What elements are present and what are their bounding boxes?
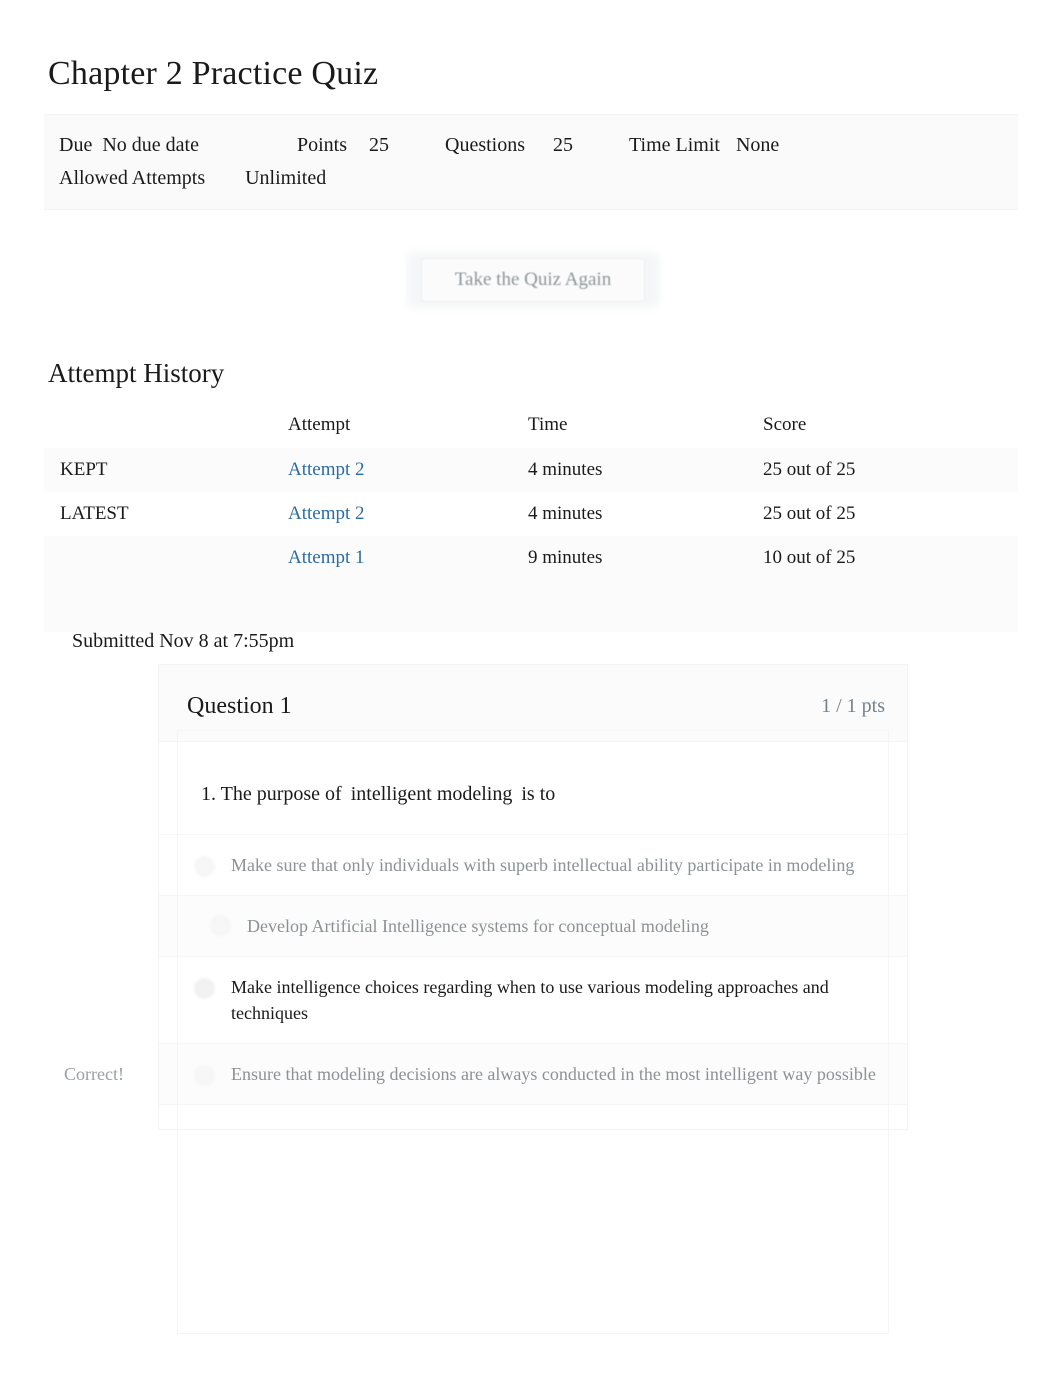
points-label: Points [296, 134, 347, 156]
take-quiz-again-container: Take the Quiz Again [407, 252, 659, 308]
table-row: Attempt 1 9 minutes 10 out of 25 [44, 536, 1018, 580]
due-label: Due [59, 134, 93, 156]
answer-option-2[interactable]: Develop Artificial Intelligence systems … [159, 896, 907, 957]
allowed-attempts-label: Allowed Attempts [59, 167, 206, 189]
radio-button-icon[interactable] [195, 1066, 214, 1085]
quiz-meta-row-secondary: Allowed Attempts Unlimited [59, 165, 326, 191]
attempt-score: 25 out of 25 [763, 448, 1018, 492]
radio-button-icon[interactable] [211, 916, 230, 935]
time-limit-label: Time Limit [629, 134, 720, 156]
attempt-time: 4 minutes [528, 503, 603, 524]
table-footer-spacer [44, 580, 1018, 632]
question-text-suffix: is to [521, 783, 556, 805]
attempt-score: 25 out of 25 [763, 503, 856, 524]
answer-option-3[interactable]: Make intelligence choices regarding when… [159, 957, 907, 1044]
question-text-emphasis: intelligent modeling [350, 783, 513, 805]
quiz-meta-bar: Due No due date Points 25 Questions 25 Time Li… [44, 114, 1018, 210]
attempt-time: 4 minutes [528, 448, 763, 492]
attempt-cell: Attempt 2 [288, 492, 528, 536]
allowed-attempts-value: Unlimited [245, 167, 327, 189]
attempt-cell: Attempt 1 [288, 536, 528, 580]
questions-value: 25 [553, 134, 573, 156]
answer-option-label: Make sure that only individuals with sup… [231, 855, 855, 875]
submission-timestamp: Submitted Nov 8 at 7:55pm [72, 630, 295, 652]
attempt-link[interactable]: Attempt 2 [288, 459, 365, 480]
attempt-flag [44, 536, 288, 580]
attempt-flag: KEPT [44, 448, 288, 492]
question-header: Question 1 1 / 1 pts [159, 665, 907, 742]
answer-list: Make sure that only individuals with sup… [159, 834, 907, 1105]
question-body: 1. The purpose of intelligent modeling is … [159, 742, 907, 1129]
points-value: 25 [369, 134, 389, 156]
page-title: Chapter 2 Practice Quiz [48, 55, 379, 92]
question-text-prefix: 1. The purpose of [201, 783, 342, 805]
attempt-history-heading: Attempt History [48, 358, 225, 388]
column-header-attempt: Attempt [288, 414, 351, 435]
quiz-meta-row-primary: Due No due date Points 25 Questions 25 Time Li… [59, 132, 779, 158]
attempt-history-table: Attempt Time Score KEPT Attempt 2 4 minu… [44, 410, 1018, 632]
due-value: No due date [102, 134, 199, 156]
time-limit-value: None [735, 134, 780, 156]
attempt-link[interactable]: Attempt 1 [288, 547, 365, 568]
attempt-history-head: Attempt Time Score [44, 410, 1018, 448]
radio-button-selected-icon[interactable] [195, 979, 214, 998]
table-row: LATEST Attempt 2 4 minutes 25 out of 25 [44, 492, 1018, 536]
attempt-cell: Attempt 2 [288, 448, 528, 492]
column-header-time: Time [528, 414, 568, 435]
column-header-score: Score [763, 414, 807, 435]
take-quiz-again-button[interactable]: Take the Quiz Again [421, 258, 645, 302]
questions-label: Questions [445, 134, 525, 156]
answer-option-label: Ensure that modeling decisions are alway… [231, 1064, 876, 1084]
radio-button-icon[interactable] [195, 857, 214, 876]
table-header-row: Attempt Time Score [44, 410, 1018, 448]
attempt-flag: LATEST [60, 503, 129, 524]
correct-answer-flag: Correct! [64, 1064, 124, 1084]
question-text: 1. The purpose of intelligent modeling is … [159, 742, 907, 808]
question-points: 1 / 1 pts [821, 695, 885, 717]
answer-option-label: Make intelligence choices regarding when… [231, 977, 829, 1023]
attempt-history-body: KEPT Attempt 2 4 minutes 25 out of 25 LA… [44, 448, 1018, 632]
column-header-flag [44, 410, 288, 448]
answer-option-label: Develop Artificial Intelligence systems … [247, 916, 709, 936]
question-container: Question 1 1 / 1 pts 1. The purpose of in… [158, 664, 908, 1130]
attempt-link[interactable]: Attempt 2 [288, 503, 365, 524]
table-row: KEPT Attempt 2 4 minutes 25 out of 25 [44, 448, 1018, 492]
attempt-score: 10 out of 25 [763, 536, 1018, 580]
attempt-time: 9 minutes [528, 536, 763, 580]
answer-option-1[interactable]: Make sure that only individuals with sup… [159, 835, 907, 896]
answer-option-4[interactable]: Ensure that modeling decisions are alway… [159, 1044, 907, 1105]
question-title: Question 1 [187, 693, 292, 719]
